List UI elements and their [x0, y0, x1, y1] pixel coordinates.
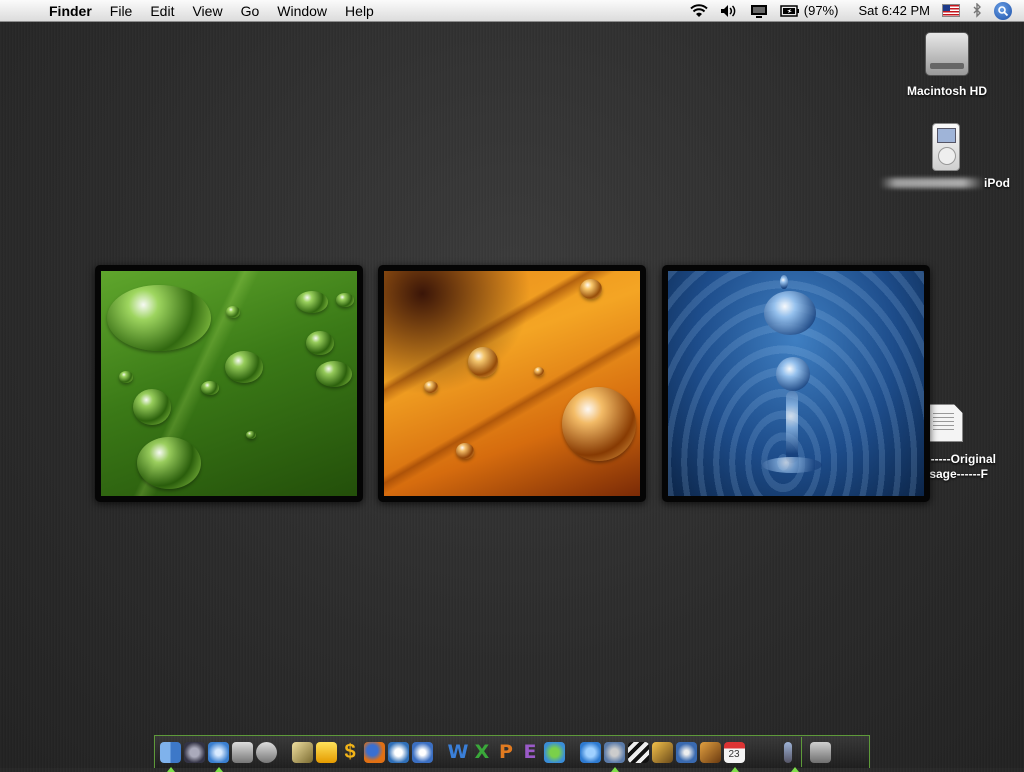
water-drop — [456, 443, 474, 459]
ichat-icon[interactable] — [579, 741, 601, 763]
document-icon[interactable] — [926, 404, 963, 442]
water-drop — [764, 291, 816, 335]
water-drop — [424, 381, 438, 393]
ipod-label[interactable]: iPod — [984, 176, 1010, 190]
water-splash — [762, 457, 822, 473]
water-drop — [306, 331, 334, 355]
itunes-icon[interactable] — [603, 741, 625, 772]
pencil-icon[interactable] — [291, 741, 313, 763]
x-icon[interactable]: X — [472, 741, 493, 763]
hard-drive-label[interactable]: Macintosh HD — [896, 84, 998, 98]
microscope-icon[interactable] — [255, 741, 277, 763]
water-drop — [780, 275, 788, 289]
water-drop — [580, 279, 602, 299]
water-drop — [562, 387, 636, 461]
dollar-icon[interactable]: $ — [340, 741, 361, 763]
water-drop — [776, 357, 810, 391]
menu-go[interactable]: Go — [232, 3, 269, 19]
firefox-icon[interactable] — [363, 741, 385, 763]
ical-icon[interactable]: 23 — [723, 741, 745, 772]
water-drop — [107, 285, 211, 351]
water-drop — [468, 347, 498, 377]
us-flag-icon[interactable] — [942, 4, 960, 17]
wifi-icon[interactable] — [690, 3, 708, 18]
water-drop — [296, 291, 328, 313]
dashboard-icon[interactable] — [183, 741, 205, 763]
water-drop — [137, 437, 201, 489]
menu-view[interactable]: View — [183, 3, 231, 19]
dock: $ W X P E 23 — [154, 735, 870, 772]
ipod-dock-icon[interactable] — [783, 741, 799, 772]
dock-separator — [801, 737, 802, 767]
finder-icon[interactable] — [159, 741, 181, 772]
water-drop — [534, 367, 544, 376]
safari-icon[interactable] — [207, 741, 229, 772]
menu-bar: Finder File Edit View Go Window Help (97… — [0, 0, 1024, 22]
volume-icon[interactable] — [720, 4, 738, 18]
menu-file[interactable]: File — [101, 3, 142, 19]
menu-edit[interactable]: Edit — [141, 3, 183, 19]
dvd-icon[interactable] — [675, 741, 697, 763]
water-drop — [133, 389, 171, 425]
spotlight-icon[interactable] — [994, 1, 1012, 20]
wallpaper-panel-green — [95, 265, 363, 502]
hard-drive-icon[interactable] — [925, 32, 969, 76]
compass-icon[interactable] — [411, 741, 433, 763]
wallpaper-panel-orange — [378, 265, 646, 502]
water-drop — [119, 371, 133, 383]
w-icon[interactable]: W — [448, 741, 469, 763]
itunes-paint-icon[interactable] — [231, 741, 253, 763]
green-leaf-image — [101, 271, 357, 496]
water-drop — [336, 293, 354, 307]
iphoto-icon[interactable] — [651, 741, 673, 763]
menu-extras: (97%) Sat 6:42 PM — [690, 0, 1024, 22]
ipod-icon[interactable] — [932, 123, 960, 171]
blurred-name — [880, 178, 984, 188]
bluetooth-icon[interactable] — [972, 3, 982, 18]
water-column — [786, 391, 798, 463]
ipod-click-wheel — [938, 147, 956, 165]
menu-clock[interactable]: Sat 6:42 PM — [858, 3, 930, 18]
menu-help[interactable]: Help — [336, 3, 383, 19]
imovie-icon[interactable] — [627, 741, 649, 763]
water-drop — [316, 361, 352, 387]
blue-water-image — [668, 271, 924, 496]
water-drop — [225, 351, 263, 383]
water-drop — [201, 381, 219, 395]
garageband-icon[interactable] — [699, 741, 721, 763]
trash-icon[interactable] — [809, 741, 831, 763]
e-icon[interactable]: E — [520, 741, 541, 763]
battery-icon[interactable] — [780, 4, 800, 17]
battery-percent: (97%) — [803, 3, 839, 18]
water-drop — [246, 431, 256, 439]
display-icon[interactable] — [750, 4, 768, 18]
menu-app-finder[interactable]: Finder — [40, 3, 101, 19]
menu-window[interactable]: Window — [268, 3, 336, 19]
p-icon[interactable]: P — [496, 741, 517, 763]
ipod-screen — [937, 128, 956, 143]
wallpaper-panel-blue — [662, 265, 930, 502]
checklist-icon[interactable] — [315, 741, 337, 763]
msn-icon[interactable] — [543, 741, 565, 763]
water-drop — [226, 306, 240, 318]
mail-icon[interactable] — [387, 741, 409, 763]
orange-flower-image — [384, 271, 640, 496]
